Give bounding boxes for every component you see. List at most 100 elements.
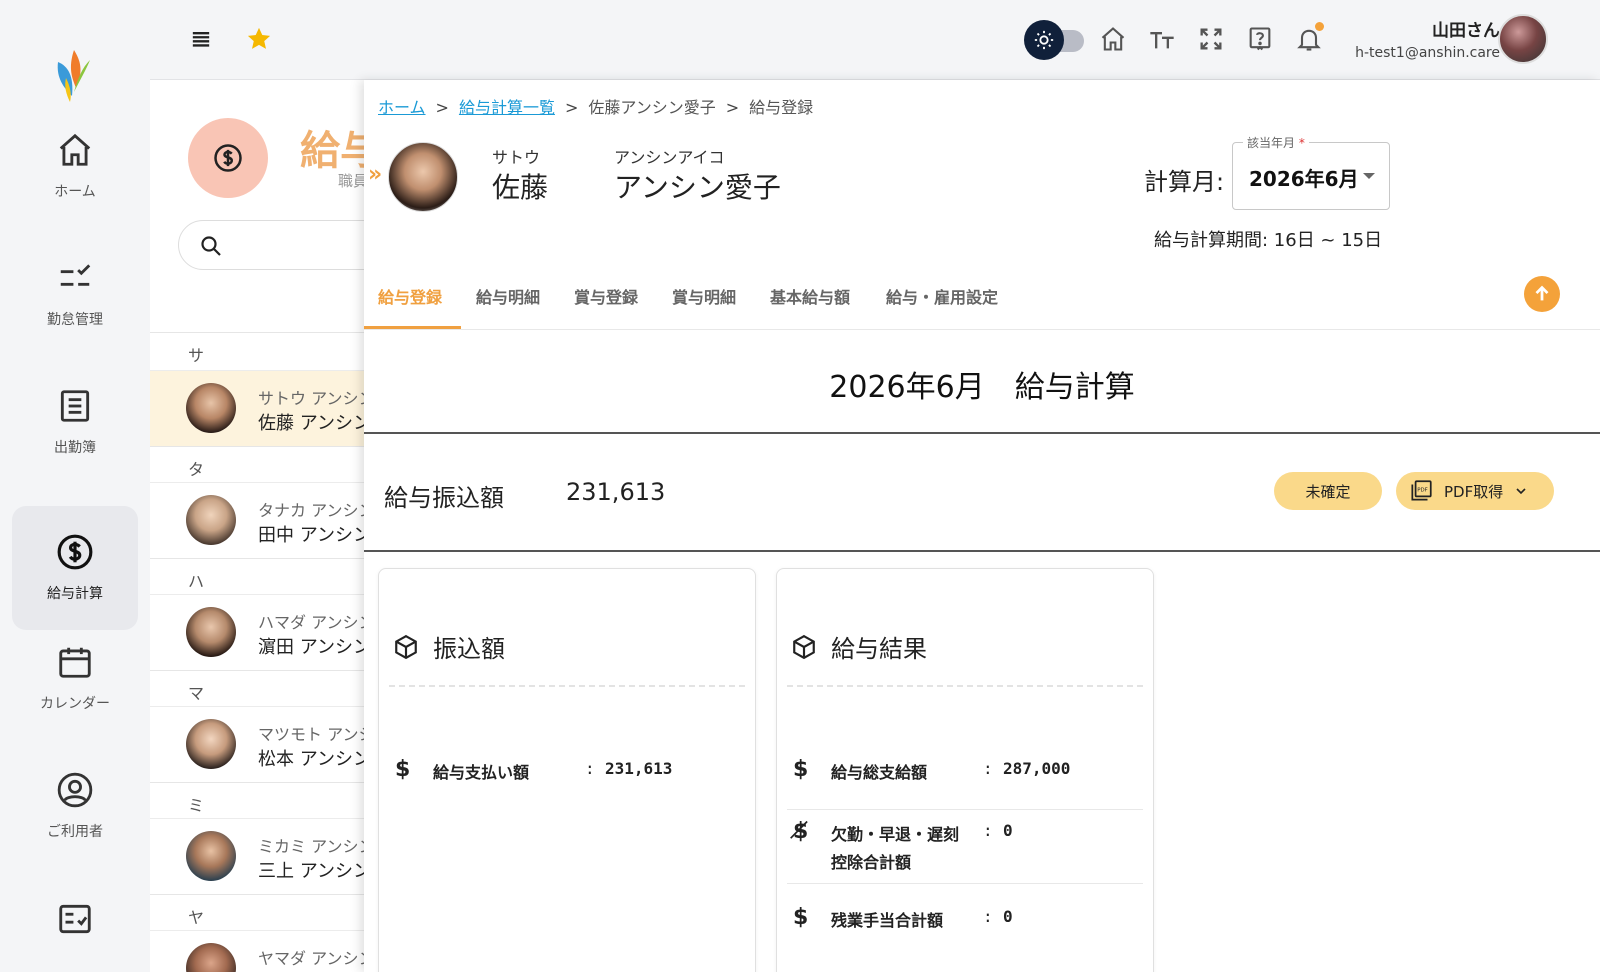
avatar bbox=[186, 383, 236, 433]
help-icon[interactable] bbox=[1243, 22, 1277, 56]
sidebar-item-more[interactable] bbox=[12, 900, 138, 960]
sidebar-item-label: 勤怠管理 bbox=[47, 312, 103, 328]
star-icon[interactable] bbox=[242, 22, 276, 56]
calc-period: 給与計算期間: 16日 ~ 15日 bbox=[1154, 230, 1383, 251]
tab-bonus-registration[interactable]: 賞与登録 bbox=[574, 284, 638, 308]
collapse-panel-icon[interactable]: » bbox=[368, 162, 382, 187]
home-icon[interactable] bbox=[1096, 22, 1130, 56]
user-name: 山田さん bbox=[1432, 21, 1500, 41]
calc-month-select[interactable]: 該当年月 * 2026年6月 bbox=[1232, 134, 1390, 210]
font-size-icon[interactable] bbox=[1145, 22, 1179, 56]
list-item[interactable]: ミカミ アンシン 三上 アンシン bbox=[150, 818, 380, 894]
sidebar-item-label: 給与計算 bbox=[47, 586, 103, 602]
divider bbox=[787, 809, 1143, 810]
card-row-colon: : bbox=[585, 759, 595, 778]
pdf-button-label: PDF取得 bbox=[1444, 482, 1504, 501]
employee-first-kana: アンシンアイコ bbox=[614, 148, 725, 167]
breadcrumb-separator: > bbox=[725, 98, 740, 117]
list-group-head: タ bbox=[150, 446, 380, 482]
list-item-kana: マツモト アンシン bbox=[258, 725, 380, 744]
card-row-value: 0 bbox=[1003, 907, 1013, 926]
sidebar-item-label: カレンダー bbox=[40, 696, 110, 712]
calc-month-legend: 該当年月 * bbox=[1243, 134, 1309, 151]
tab-salary-employment-settings[interactable]: 給与・雇用設定 bbox=[886, 284, 998, 308]
list-item-name: 濵田 アンシン bbox=[258, 637, 372, 658]
card-row: $ 給与総支給額 : 287,000 bbox=[787, 757, 1143, 797]
list-item[interactable]: タナカ アンシン 田中 アンシン bbox=[150, 482, 380, 558]
sidebar-item-label: 出勤簿 bbox=[54, 440, 96, 456]
avatar[interactable] bbox=[1498, 14, 1548, 64]
card-row-label: 給与支払い額 bbox=[433, 763, 530, 782]
fullscreen-icon[interactable] bbox=[1194, 22, 1228, 56]
scroll-to-top-button[interactable] bbox=[1524, 276, 1560, 312]
menu-icon[interactable] bbox=[184, 22, 218, 56]
list-item-kana: ハマダ アンシン bbox=[258, 613, 375, 632]
list-item-name: 佐藤 アンシン bbox=[258, 413, 372, 434]
list-item-name: 田中 アンシン bbox=[258, 525, 372, 546]
list-group-head: ハ bbox=[150, 558, 380, 594]
sidebar: ホーム 勤怠管理 出勤簿 給与計算 カレンダー ご利用者 bbox=[0, 0, 150, 972]
tab-base-salary[interactable]: 基本給与額 bbox=[770, 284, 850, 308]
card-row-label: 欠勤・早退・遅刻 bbox=[831, 825, 960, 844]
list-item-kana: ヤマダ アンシン bbox=[258, 949, 375, 968]
theme-toggle[interactable] bbox=[1024, 20, 1086, 60]
search-input[interactable] bbox=[178, 220, 380, 270]
avatar bbox=[186, 495, 236, 545]
avatar bbox=[186, 943, 236, 972]
avatar bbox=[186, 831, 236, 881]
dollar-icon: $ bbox=[793, 905, 809, 930]
pdf-download-button[interactable]: PDF PDF取得 bbox=[1396, 472, 1554, 510]
list-item-name: 松本 アンシン bbox=[258, 749, 372, 770]
card-row-label: 給与総支給額 bbox=[831, 763, 928, 782]
list-item[interactable]: ハマダ アンシン 濵田 アンシン bbox=[150, 594, 380, 670]
notification-bell-icon[interactable] bbox=[1292, 22, 1326, 56]
employee-list-panel: 給与 職員 サ サトウ アンシン 佐藤 アンシン タ タナカ アンシン 田中 ア… bbox=[150, 80, 380, 972]
calc-month-value: 2026年6月 bbox=[1249, 167, 1359, 191]
active-tab-indicator bbox=[364, 326, 461, 329]
card-row: $ 残業手当合計額 : 0 bbox=[787, 905, 1143, 945]
transfer-amount-label: 給与振込額 bbox=[384, 484, 504, 512]
dollar-icon bbox=[57, 534, 93, 570]
tab-bar: 給与登録 給与明細 賞与登録 賞与明細 基本給与額 給与・雇用設定 bbox=[364, 266, 1600, 330]
svg-text:PDF: PDF bbox=[1417, 488, 1428, 494]
employee-avatar bbox=[388, 142, 458, 212]
breadcrumb-employee: 佐藤アンシン愛子 bbox=[588, 98, 716, 117]
divider bbox=[787, 883, 1143, 884]
avatar bbox=[186, 607, 236, 657]
arrow-up-icon bbox=[1535, 285, 1549, 301]
chevron-down-icon bbox=[1516, 488, 1526, 495]
sidebar-item-calendar[interactable]: カレンダー bbox=[12, 616, 138, 740]
tab-salary-statement[interactable]: 給与明細 bbox=[476, 284, 540, 308]
list-item-kana: ミカミ アンシン bbox=[258, 837, 375, 856]
dollar-off-icon: $̸ bbox=[793, 819, 809, 844]
status-badge: 未確定 bbox=[1274, 472, 1382, 510]
transfer-card: 振込額 $ 給与支払い額 : 231,613 bbox=[378, 568, 756, 972]
transfer-amount-value: 231,613 bbox=[566, 478, 666, 506]
divider bbox=[364, 432, 1600, 434]
tab-salary-registration[interactable]: 給与登録 bbox=[378, 284, 442, 308]
breadcrumb-separator: > bbox=[564, 98, 579, 117]
dollar-icon bbox=[188, 118, 268, 198]
notification-dot bbox=[1315, 22, 1324, 31]
list-item[interactable]: サトウ アンシン 佐藤 アンシン bbox=[150, 370, 380, 446]
box-icon bbox=[395, 634, 417, 659]
breadcrumb-list-link[interactable]: 給与計算一覧 bbox=[459, 98, 555, 117]
list-group-head: サ bbox=[150, 332, 380, 368]
list-item[interactable]: ヤマダ アンシン bbox=[150, 930, 380, 972]
result-card: 給与結果 $ 給与総支給額 : 287,000 $̸ 欠勤・早退・遅刻 控除合計… bbox=[776, 568, 1154, 972]
sidebar-item-attendance[interactable]: 勤怠管理 bbox=[12, 232, 138, 356]
sidebar-item-home[interactable]: ホーム bbox=[12, 104, 138, 228]
sidebar-item-payroll[interactable]: 給与計算 bbox=[12, 506, 138, 630]
sidebar-item-users[interactable]: ご利用者 bbox=[12, 744, 138, 868]
list-item[interactable]: マツモト アンシン 松本 アンシン bbox=[150, 706, 380, 782]
sun-icon bbox=[1024, 20, 1064, 60]
card-row: $̸ 欠勤・早退・遅刻 控除合計額 : 0 bbox=[787, 819, 1143, 879]
breadcrumb-separator: > bbox=[435, 98, 449, 117]
breadcrumb-home-link[interactable]: ホーム bbox=[378, 98, 426, 117]
employee-last-name: 佐藤 bbox=[492, 171, 549, 204]
tab-bonus-statement[interactable]: 賞与明細 bbox=[672, 284, 736, 308]
app-logo[interactable] bbox=[50, 48, 96, 104]
sidebar-item-timesheet[interactable]: 出勤簿 bbox=[12, 360, 138, 484]
card-row-colon: : bbox=[983, 907, 993, 926]
user-info[interactable]: 山田さん h-test1@anshin.care bbox=[1355, 16, 1500, 61]
